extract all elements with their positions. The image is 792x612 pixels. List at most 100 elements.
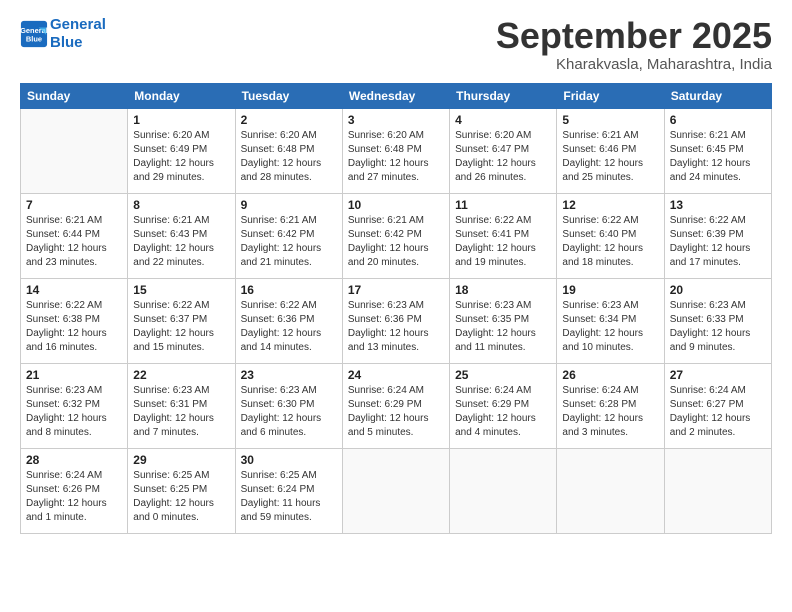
calendar-cell: 5 Sunrise: 6:21 AMSunset: 6:46 PMDaylight… xyxy=(557,108,664,193)
day-info: Sunrise: 6:20 AMSunset: 6:47 PMDaylight:… xyxy=(455,129,551,185)
calendar-table: SundayMondayTuesdayWednesdayThursdayFrid… xyxy=(20,83,772,534)
day-number: 25 xyxy=(455,368,551,382)
calendar-cell: 23 Sunrise: 6:23 AMSunset: 6:30 PMDayligh… xyxy=(235,363,342,448)
day-info: Sunrise: 6:23 AMSunset: 6:36 PMDaylight:… xyxy=(348,299,444,355)
week-row-2: 7 Sunrise: 6:21 AMSunset: 6:44 PMDaylight… xyxy=(21,193,772,278)
day-number: 23 xyxy=(241,368,337,382)
day-number: 9 xyxy=(241,198,337,212)
calendar-cell: 4 Sunrise: 6:20 AMSunset: 6:47 PMDaylight… xyxy=(450,108,557,193)
calendar-cell: 21Sunrise: 6:23 AMSunset: 6:32 PMDayligh… xyxy=(21,363,128,448)
day-info: Sunrise: 6:24 AMSunset: 6:29 PMDaylight:… xyxy=(348,384,444,440)
calendar-cell: 13 Sunrise: 6:22 AMSunset: 6:39 PMDayligh… xyxy=(664,193,771,278)
day-info: Sunrise: 6:23 AMSunset: 6:33 PMDaylight:… xyxy=(670,299,766,355)
logo-icon: General Blue xyxy=(20,20,48,48)
col-header-saturday: Saturday xyxy=(664,83,771,108)
calendar-cell: 24Sunrise: 6:24 AMSunset: 6:29 PMDayligh… xyxy=(342,363,449,448)
calendar-cell: 22 Sunrise: 6:23 AMSunset: 6:31 PMDayligh… xyxy=(128,363,235,448)
day-info: Sunrise: 6:21 AMSunset: 6:44 PMDaylight:… xyxy=(26,214,122,270)
day-info: Sunrise: 6:24 AMSunset: 6:27 PMDaylight:… xyxy=(670,384,766,440)
calendar-cell: 28 Sunrise: 6:24 AMSunset: 6:26 PMDayligh… xyxy=(21,448,128,533)
calendar-cell: 16 Sunrise: 6:22 AMSunset: 6:36 PMDayligh… xyxy=(235,278,342,363)
day-number: 20 xyxy=(670,283,766,297)
calendar-cell: 7 Sunrise: 6:21 AMSunset: 6:44 PMDaylight… xyxy=(21,193,128,278)
col-header-tuesday: Tuesday xyxy=(235,83,342,108)
day-info: Sunrise: 6:22 AMSunset: 6:40 PMDaylight:… xyxy=(562,214,658,270)
calendar-cell: 15Sunrise: 6:22 AMSunset: 6:37 PMDayligh… xyxy=(128,278,235,363)
day-number: 15 xyxy=(133,283,229,297)
day-number: 2 xyxy=(241,113,337,127)
col-header-sunday: Sunday xyxy=(21,83,128,108)
calendar-cell: 25 Sunrise: 6:24 AMSunset: 6:29 PMDayligh… xyxy=(450,363,557,448)
day-info: Sunrise: 6:22 AMSunset: 6:41 PMDaylight:… xyxy=(455,214,551,270)
calendar-cell: 9Sunrise: 6:21 AMSunset: 6:42 PMDaylight… xyxy=(235,193,342,278)
day-number: 11 xyxy=(455,198,551,212)
calendar-cell xyxy=(664,448,771,533)
month-title: September 2025 xyxy=(496,16,772,56)
calendar-cell: 18Sunrise: 6:23 AMSunset: 6:35 PMDayligh… xyxy=(450,278,557,363)
logo-line2: Blue xyxy=(50,34,83,51)
calendar-cell: 14Sunrise: 6:22 AMSunset: 6:38 PMDayligh… xyxy=(21,278,128,363)
calendar-cell: 30Sunrise: 6:25 AMSunset: 6:24 PMDayligh… xyxy=(235,448,342,533)
day-number: 4 xyxy=(455,113,551,127)
day-number: 22 xyxy=(133,368,229,382)
day-info: Sunrise: 6:22 AMSunset: 6:38 PMDaylight:… xyxy=(26,299,122,355)
day-number: 3 xyxy=(348,113,444,127)
week-row-5: 28 Sunrise: 6:24 AMSunset: 6:26 PMDayligh… xyxy=(21,448,772,533)
day-number: 13 xyxy=(670,198,766,212)
day-info: Sunrise: 6:21 AMSunset: 6:46 PMDaylight:… xyxy=(562,129,658,185)
day-info: Sunrise: 6:22 AMSunset: 6:36 PMDaylight:… xyxy=(241,299,337,355)
day-number: 28 xyxy=(26,453,122,467)
day-info: Sunrise: 6:21 AMSunset: 6:43 PMDaylight:… xyxy=(133,214,229,270)
day-number: 27 xyxy=(670,368,766,382)
calendar-cell: 17Sunrise: 6:23 AMSunset: 6:36 PMDayligh… xyxy=(342,278,449,363)
calendar-cell: 26Sunrise: 6:24 AMSunset: 6:28 PMDayligh… xyxy=(557,363,664,448)
day-number: 8 xyxy=(133,198,229,212)
svg-text:Blue: Blue xyxy=(26,34,42,43)
day-info: Sunrise: 6:21 AMSunset: 6:45 PMDaylight:… xyxy=(670,129,766,185)
calendar-cell: 27 Sunrise: 6:24 AMSunset: 6:27 PMDayligh… xyxy=(664,363,771,448)
week-row-4: 21Sunrise: 6:23 AMSunset: 6:32 PMDayligh… xyxy=(21,363,772,448)
calendar-cell: 3 Sunrise: 6:20 AMSunset: 6:48 PMDaylight… xyxy=(342,108,449,193)
day-info: Sunrise: 6:25 AMSunset: 6:25 PMDaylight:… xyxy=(133,469,229,525)
calendar-cell: 2Sunrise: 6:20 AMSunset: 6:48 PMDaylight… xyxy=(235,108,342,193)
day-number: 6 xyxy=(670,113,766,127)
calendar-cell xyxy=(342,448,449,533)
location-title: Kharakvasla, Maharashtra, India xyxy=(496,56,772,73)
col-header-thursday: Thursday xyxy=(450,83,557,108)
calendar-cell xyxy=(21,108,128,193)
logo-text: General Blue xyxy=(50,16,106,52)
calendar-cell xyxy=(450,448,557,533)
calendar-cell: 29 Sunrise: 6:25 AMSunset: 6:25 PMDayligh… xyxy=(128,448,235,533)
day-number: 26 xyxy=(562,368,658,382)
day-number: 16 xyxy=(241,283,337,297)
day-number: 5 xyxy=(562,113,658,127)
day-info: Sunrise: 6:23 AMSunset: 6:34 PMDaylight:… xyxy=(562,299,658,355)
day-info: Sunrise: 6:23 AMSunset: 6:30 PMDaylight:… xyxy=(241,384,337,440)
day-number: 29 xyxy=(133,453,229,467)
day-info: Sunrise: 6:22 AMSunset: 6:39 PMDaylight:… xyxy=(670,214,766,270)
week-row-3: 14Sunrise: 6:22 AMSunset: 6:38 PMDayligh… xyxy=(21,278,772,363)
day-info: Sunrise: 6:24 AMSunset: 6:26 PMDaylight:… xyxy=(26,469,122,525)
day-info: Sunrise: 6:21 AMSunset: 6:42 PMDaylight:… xyxy=(348,214,444,270)
day-number: 30 xyxy=(241,453,337,467)
page: General Blue General Blue September 2025… xyxy=(0,0,792,612)
logo-line1: General xyxy=(50,16,106,33)
day-info: Sunrise: 6:23 AMSunset: 6:31 PMDaylight:… xyxy=(133,384,229,440)
day-number: 18 xyxy=(455,283,551,297)
day-info: Sunrise: 6:24 AMSunset: 6:29 PMDaylight:… xyxy=(455,384,551,440)
logo-area: General Blue General Blue xyxy=(20,16,106,52)
title-area: September 2025 Kharakvasla, Maharashtra,… xyxy=(496,16,772,73)
day-info: Sunrise: 6:20 AMSunset: 6:49 PMDaylight:… xyxy=(133,129,229,185)
calendar-cell: 11 Sunrise: 6:22 AMSunset: 6:41 PMDayligh… xyxy=(450,193,557,278)
day-number: 21 xyxy=(26,368,122,382)
calendar-cell: 19Sunrise: 6:23 AMSunset: 6:34 PMDayligh… xyxy=(557,278,664,363)
header: General Blue General Blue September 2025… xyxy=(20,16,772,73)
day-number: 12 xyxy=(562,198,658,212)
col-header-wednesday: Wednesday xyxy=(342,83,449,108)
calendar-cell: 20 Sunrise: 6:23 AMSunset: 6:33 PMDayligh… xyxy=(664,278,771,363)
calendar-cell: 1Sunrise: 6:20 AMSunset: 6:49 PMDaylight… xyxy=(128,108,235,193)
calendar-header-row: SundayMondayTuesdayWednesdayThursdayFrid… xyxy=(21,83,772,108)
col-header-monday: Monday xyxy=(128,83,235,108)
day-info: Sunrise: 6:20 AMSunset: 6:48 PMDaylight:… xyxy=(348,129,444,185)
day-number: 7 xyxy=(26,198,122,212)
